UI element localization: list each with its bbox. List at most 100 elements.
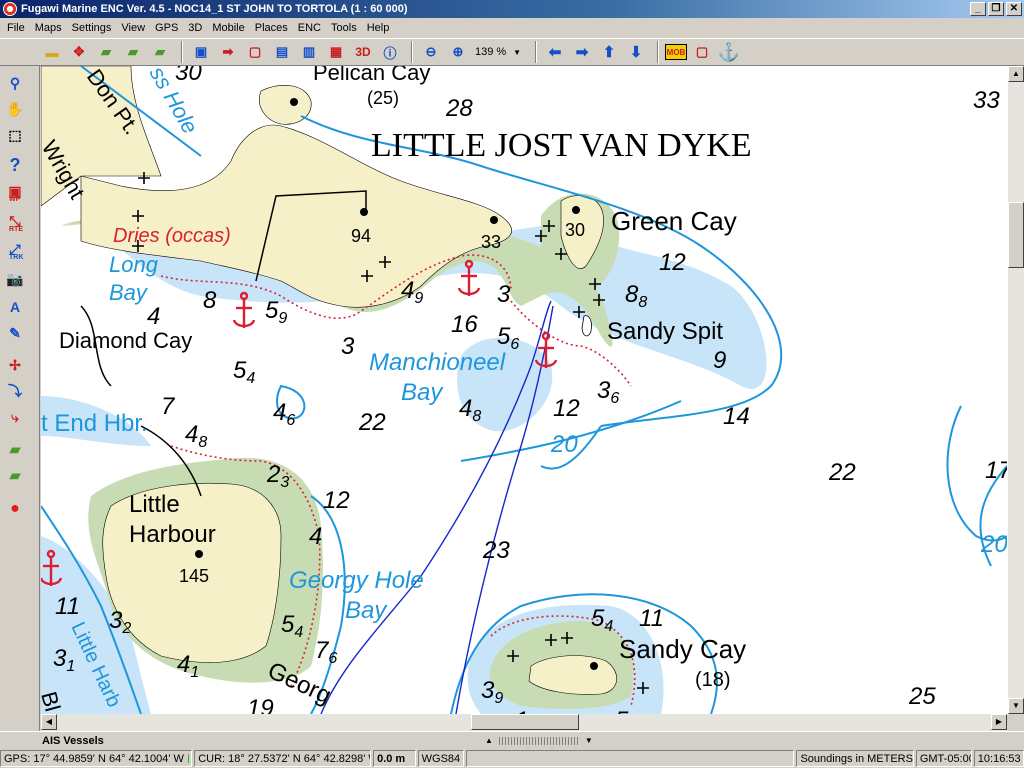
- sounding-depth-decimal: 4: [604, 618, 613, 635]
- scroll-left-button[interactable]: ◀: [41, 714, 57, 730]
- chevron-down-icon[interactable]: ▼: [585, 736, 593, 745]
- menu-maps[interactable]: Maps: [30, 22, 67, 34]
- sounding-depth: 16: [451, 311, 478, 338]
- menu-places[interactable]: Places: [250, 22, 293, 34]
- open-folder-icon[interactable]: ▬: [40, 40, 64, 64]
- menu-3d[interactable]: 3D: [183, 22, 207, 34]
- ais-panel-grip[interactable]: ▲ ▼: [485, 735, 595, 746]
- toolbar-separator: [181, 41, 183, 63]
- map-layer-down-icon[interactable]: ▰: [148, 40, 172, 64]
- scroll-down-button[interactable]: ▼: [1008, 698, 1024, 714]
- pan-arrows-icon[interactable]: ✥: [67, 40, 91, 64]
- pen-draw-icon[interactable]: ✎: [3, 322, 27, 344]
- minimize-button[interactable]: _: [970, 2, 986, 16]
- ais-vessels-panel[interactable]: AIS Vessels ▲ ▼: [0, 731, 1024, 749]
- track-icon[interactable]: ⤢ TRK: [3, 238, 27, 262]
- anchor-icon[interactable]: ⚓: [717, 40, 741, 64]
- mob-button[interactable]: MOB: [665, 44, 687, 60]
- label-dries: Dries (occas): [113, 225, 231, 247]
- menu-enc[interactable]: ENC: [293, 22, 326, 34]
- sounding-depth: 12: [659, 249, 686, 276]
- route-insert-icon[interactable]: ⤷: [3, 406, 27, 428]
- distance-panel: 0.0 m: [373, 750, 416, 767]
- sounding-depth-decimal: 6: [510, 336, 519, 353]
- datum-panel: WGS84: [417, 750, 464, 767]
- height-pelican: (25): [367, 88, 399, 108]
- map-layer-icon[interactable]: ▰: [94, 40, 118, 64]
- cursor-position-panel: CUR: 18° 27.5372' N 64° 42.8298' W: [194, 750, 372, 767]
- sounding-depth: 28: [445, 95, 473, 122]
- label-little-harbour-2: Harbour: [129, 521, 216, 548]
- close-button[interactable]: ✕: [1006, 2, 1022, 16]
- spot-height-dot: [490, 216, 498, 224]
- map-swap-icon[interactable]: ▥: [297, 40, 321, 64]
- layer-edit-icon[interactable]: ▰: [3, 438, 27, 460]
- sounding-depth: 14: [723, 403, 750, 430]
- anchor-ring: [541, 331, 551, 341]
- waypoint-edit-icon[interactable]: ✢: [3, 354, 27, 376]
- help-question-icon[interactable]: ?: [3, 154, 27, 176]
- ais-vessels-label: AIS Vessels: [42, 734, 104, 747]
- info-icon[interactable]: ⓘ: [378, 40, 402, 64]
- three-d-button[interactable]: 3D: [351, 40, 375, 64]
- magnifier-icon[interactable]: ⚲: [3, 72, 27, 94]
- chevron-up-icon[interactable]: ▲: [485, 736, 493, 745]
- horizontal-scroll-thumb[interactable]: [471, 714, 579, 730]
- toolbar-separator: [535, 41, 537, 63]
- map-layer-up-icon[interactable]: ▰: [121, 40, 145, 64]
- sounding-depth-decimal: 9: [414, 290, 423, 307]
- arrow-left-icon[interactable]: ⬅: [543, 40, 567, 64]
- camera-icon[interactable]: 📷: [3, 268, 27, 290]
- toolbar-separator: [411, 41, 413, 63]
- horizontal-scrollbar[interactable]: ◀ ▶: [41, 714, 1007, 731]
- alarm-frame-icon[interactable]: ▢: [690, 40, 714, 64]
- zoom-in-icon[interactable]: ⊕: [446, 40, 470, 64]
- restore-button[interactable]: ❐: [988, 2, 1004, 16]
- nautical-chart-view[interactable]: LITTLE JOST VAN DYKE Pelican Cay Green C…: [41, 66, 1007, 714]
- menu-tools[interactable]: Tools: [326, 22, 362, 34]
- chart-picture-icon[interactable]: ▦: [324, 40, 348, 64]
- record-point-icon[interactable]: ●: [3, 498, 27, 520]
- text-tool-icon[interactable]: A: [3, 296, 27, 318]
- chart-canvas[interactable]: LITTLE JOST VAN DYKE Pelican Cay Green C…: [41, 66, 1007, 714]
- layer-stack-icon[interactable]: ▰: [3, 464, 27, 486]
- arrow-right-icon[interactable]: ➡: [570, 40, 594, 64]
- menu-settings[interactable]: Settings: [67, 22, 117, 34]
- height-94: 94: [351, 226, 371, 246]
- route-icon[interactable]: ⤡ RTE: [3, 210, 27, 234]
- sounding-depth: 4: [309, 523, 322, 550]
- menu-file[interactable]: File: [2, 22, 30, 34]
- zoom-out-icon[interactable]: ⊖: [419, 40, 443, 64]
- sounding-depth: 23: [266, 461, 289, 491]
- route-edit-icon[interactable]: ⤵: [3, 380, 27, 402]
- zoom-level-select[interactable]: 139 % ▼: [473, 42, 523, 62]
- app-window: Fugawi Marine ENC Ver. 4.5 - NOC14_1 ST …: [0, 0, 1024, 768]
- gps-center-icon[interactable]: ▣: [189, 40, 213, 64]
- menu-help[interactable]: Help: [362, 22, 395, 34]
- menu-bar: File Maps Settings View GPS 3D Mobile Pl…: [0, 18, 1024, 38]
- contour-label: 20: [550, 431, 578, 458]
- hand-pan-icon[interactable]: ✋: [3, 98, 27, 120]
- spot-height-dot: [195, 550, 203, 558]
- map-frame-icon[interactable]: ▢: [243, 40, 267, 64]
- sounding-depth-decimal: 3: [280, 474, 289, 491]
- select-rect-icon[interactable]: ⬚: [3, 124, 27, 146]
- sounding-depth: 22: [358, 409, 386, 436]
- scroll-right-button[interactable]: ▶: [991, 714, 1007, 730]
- sounding-depth: 17: [985, 457, 1007, 484]
- gps-follow-icon[interactable]: ➡: [216, 40, 240, 64]
- menu-view[interactable]: View: [116, 22, 150, 34]
- arrow-up-icon[interactable]: ⬆: [597, 40, 621, 64]
- menu-mobile[interactable]: Mobile: [207, 22, 249, 34]
- map-window-icon[interactable]: ▤: [270, 40, 294, 64]
- height-sandy-cay: (18): [695, 669, 731, 691]
- menu-gps[interactable]: GPS: [150, 22, 183, 34]
- vertical-scrollbar[interactable]: ▲ ▼: [1007, 66, 1024, 714]
- label-georgy-hole-1: Georgy Hole: [289, 567, 424, 594]
- arrow-down-icon[interactable]: ⬇: [624, 40, 648, 64]
- scroll-up-button[interactable]: ▲: [1008, 66, 1024, 82]
- label-manchioneel-1: Manchioneel: [369, 349, 506, 376]
- zoom-level-value: 139 %: [475, 46, 507, 58]
- vertical-scroll-thumb[interactable]: [1008, 202, 1024, 268]
- waypoint-icon[interactable]: ▣ WP: [3, 180, 27, 204]
